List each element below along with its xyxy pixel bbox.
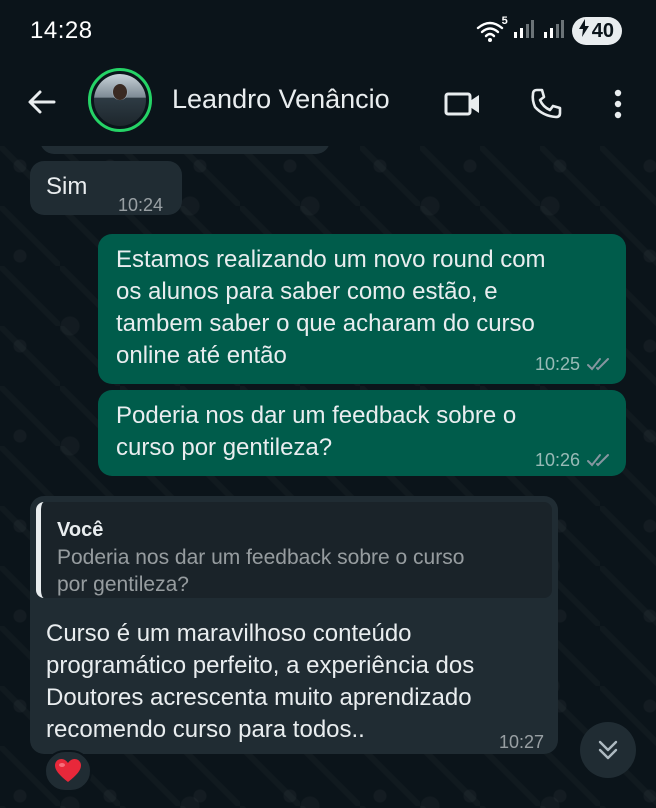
message-text: Sim xyxy=(46,173,88,200)
message-line: Doutores acrescenta muito aprendizado xyxy=(46,684,472,711)
message-line: programático perfeito, a experiência dos xyxy=(46,652,475,679)
more-options-icon xyxy=(614,89,622,119)
quote-text: Poderia nos dar um feedback sobre o curs… xyxy=(57,544,542,598)
signal-icon-2 xyxy=(542,18,564,45)
message-line: recomendo curso para todos.. xyxy=(46,716,365,743)
message-time: 10:24 xyxy=(118,195,164,215)
more-options-button[interactable] xyxy=(598,84,638,124)
message-time: 10:26 xyxy=(534,450,580,470)
message-bubble-outgoing[interactable]: Estamos realizando um novo round com os … xyxy=(98,234,626,384)
avatar[interactable] xyxy=(88,68,152,132)
scroll-to-bottom-button[interactable] xyxy=(580,722,636,778)
wifi-generation-badge: 5 xyxy=(501,15,508,27)
quoted-message[interactable]: Você Poderia nos dar um feedback sobre o… xyxy=(36,502,552,598)
back-arrow-icon xyxy=(28,90,56,114)
quote-author: Você xyxy=(57,519,104,541)
voice-call-button[interactable] xyxy=(526,84,566,124)
message-line: curso por gentileza? xyxy=(116,434,333,461)
contact-name[interactable]: Leandro Venâncio xyxy=(172,84,412,115)
quote-line: Poderia nos dar um feedback sobre o curs… xyxy=(57,546,465,569)
message-meta: 10:25 xyxy=(535,348,612,380)
charging-bolt-icon xyxy=(578,19,590,43)
video-call-icon xyxy=(444,92,479,116)
chat-header: Leandro Venâncio xyxy=(0,62,656,146)
battery-level: 40 xyxy=(591,19,614,42)
message-meta: 10:26 xyxy=(535,444,612,476)
wifi-icon: 5 xyxy=(476,15,508,43)
video-call-button[interactable] xyxy=(443,84,483,124)
message-text: Poderia nos dar um feedback sobre o curs… xyxy=(116,400,516,464)
signal-icon-1 xyxy=(512,18,534,45)
status-icons: 5 40 xyxy=(476,15,622,45)
double-chevron-down-icon xyxy=(598,740,618,760)
message-text: Estamos realizando um novo round com os … xyxy=(116,244,546,372)
message-line: Curso é um maravilhoso conteúdo xyxy=(46,620,412,647)
double-check-icon xyxy=(587,454,609,467)
status-bar: 14:28 5 40 xyxy=(0,0,656,62)
message-bubble-outgoing[interactable]: Poderia nos dar um feedback sobre o curs… xyxy=(98,390,626,476)
message-time: 10:27 xyxy=(498,732,544,752)
back-button[interactable] xyxy=(24,84,60,120)
message-text: Curso é um maravilhoso conteúdo programá… xyxy=(46,618,474,746)
heart-icon xyxy=(55,759,81,782)
message-bubble-incoming[interactable]: Você Poderia nos dar um feedback sobre o… xyxy=(30,496,558,754)
message-bubble-incoming[interactable]: Sim 10:24 xyxy=(30,161,182,215)
previous-message-bubble xyxy=(40,146,330,154)
status-time: 14:28 xyxy=(30,17,93,44)
message-line: tambem saber o que acharam do curso xyxy=(116,310,535,337)
quote-line: por gentileza? xyxy=(57,573,189,596)
chat-area[interactable]: Sim 10:24 Estamos realizando um novo rou… xyxy=(0,146,656,808)
battery-indicator: 40 xyxy=(571,17,622,45)
reaction-heart[interactable] xyxy=(44,750,92,792)
double-check-icon xyxy=(587,358,609,371)
avatar-photo xyxy=(94,74,146,126)
message-line: Estamos realizando um novo round com xyxy=(116,246,546,273)
message-line: Poderia nos dar um feedback sobre o xyxy=(116,402,517,429)
message-time: 10:25 xyxy=(534,354,580,374)
message-line: online até então xyxy=(116,342,287,369)
message-line: os alunos para saber como estão, e xyxy=(116,278,498,305)
voice-call-icon xyxy=(531,88,562,119)
